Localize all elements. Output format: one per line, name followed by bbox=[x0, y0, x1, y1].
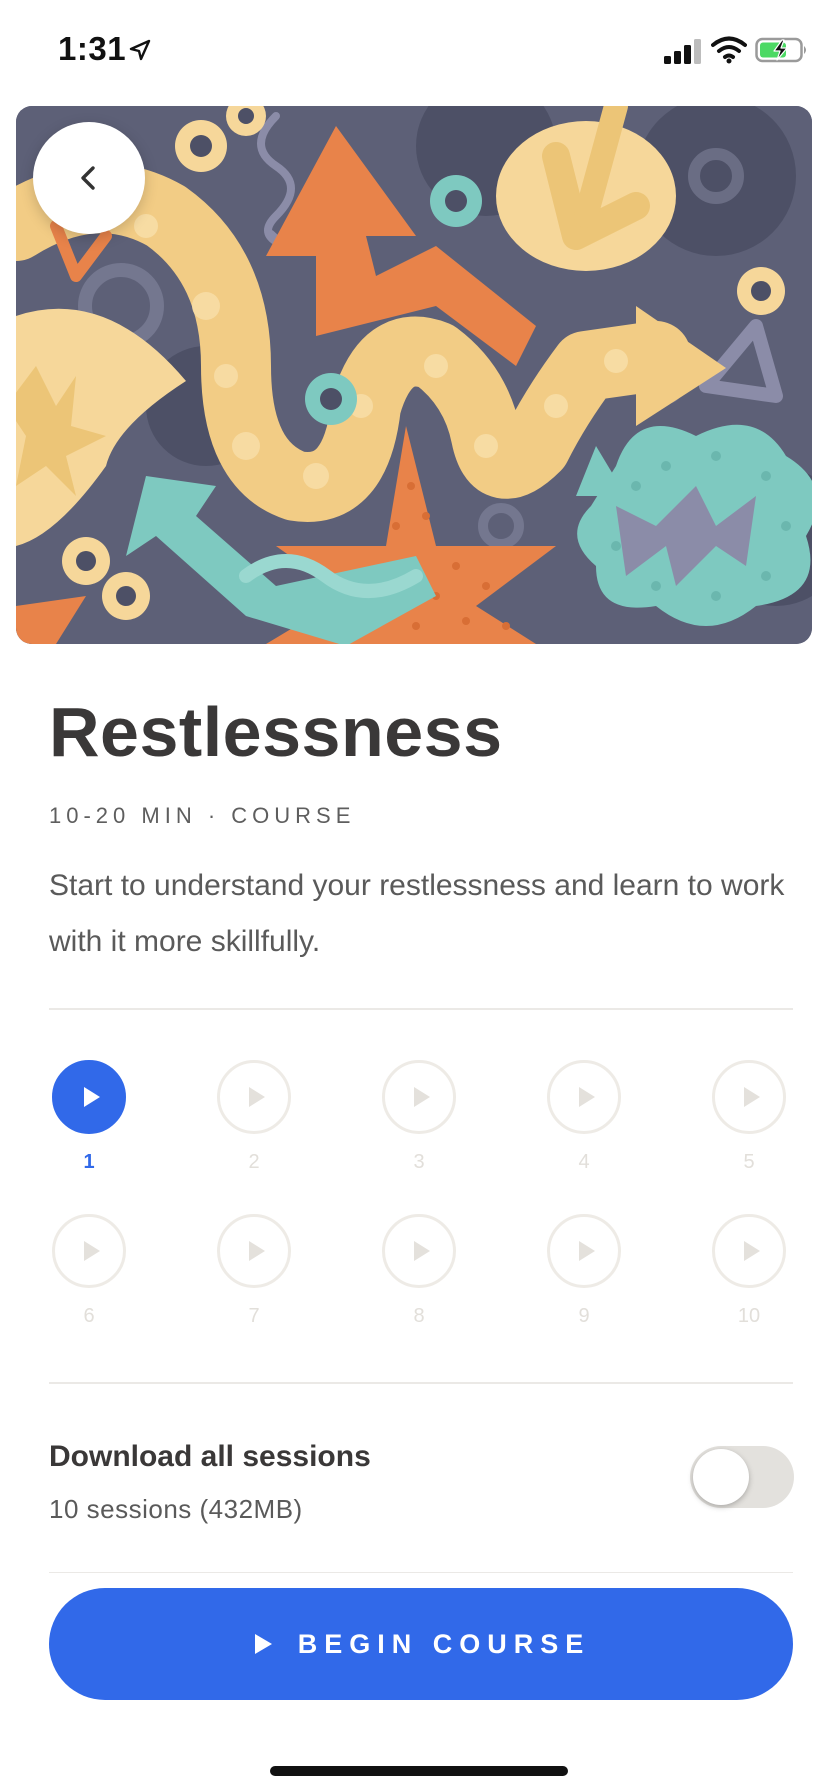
play-icon bbox=[578, 1241, 595, 1261]
play-icon bbox=[83, 1241, 100, 1261]
session-7-button[interactable]: 7 bbox=[209, 1214, 299, 1334]
session-number: 7 bbox=[248, 1305, 260, 1327]
session-10-button[interactable]: 10 bbox=[704, 1214, 794, 1334]
play-icon bbox=[248, 1241, 265, 1261]
session-circle bbox=[382, 1214, 456, 1288]
session-circle bbox=[712, 1214, 786, 1288]
session-circle bbox=[547, 1214, 621, 1288]
session-5-button[interactable]: 5 bbox=[704, 1060, 794, 1180]
session-6-button[interactable]: 6 bbox=[44, 1214, 134, 1334]
chevron-left-icon bbox=[81, 166, 95, 190]
session-circle bbox=[52, 1060, 126, 1134]
session-3-button[interactable]: 3 bbox=[374, 1060, 464, 1180]
download-all-title: Download all sessions bbox=[49, 1440, 371, 1473]
play-icon bbox=[413, 1241, 430, 1261]
play-icon bbox=[248, 1087, 265, 1107]
play-icon bbox=[743, 1087, 760, 1107]
session-number: 2 bbox=[248, 1151, 260, 1173]
session-number: 3 bbox=[413, 1151, 425, 1173]
home-indicator[interactable] bbox=[270, 1766, 568, 1776]
course-title: Restlessness bbox=[49, 693, 503, 771]
session-circle bbox=[217, 1060, 291, 1134]
session-2-button[interactable]: 2 bbox=[209, 1060, 299, 1180]
session-1-button[interactable]: 1 bbox=[44, 1060, 134, 1180]
cellular-signal-icon bbox=[664, 39, 701, 64]
course-meta: 10-20 MIN · COURSE bbox=[49, 803, 356, 828]
divider bbox=[49, 1572, 793, 1573]
session-circle bbox=[547, 1060, 621, 1134]
session-number: 6 bbox=[83, 1305, 95, 1327]
play-icon bbox=[83, 1087, 100, 1107]
session-circle bbox=[52, 1214, 126, 1288]
wifi-icon bbox=[711, 36, 747, 64]
session-number: 10 bbox=[737, 1305, 761, 1327]
download-toggle[interactable] bbox=[690, 1446, 794, 1508]
session-number: 8 bbox=[413, 1305, 425, 1327]
status-time: 1:31 bbox=[58, 30, 127, 67]
session-circle bbox=[217, 1214, 291, 1288]
begin-course-button[interactable]: BEGIN COURSE bbox=[49, 1588, 793, 1700]
play-icon bbox=[578, 1087, 595, 1107]
session-number: 5 bbox=[743, 1151, 755, 1173]
back-button[interactable] bbox=[33, 122, 145, 234]
battery-charging-icon bbox=[755, 37, 806, 63]
divider bbox=[49, 1008, 793, 1010]
toggle-knob bbox=[693, 1449, 749, 1505]
play-icon bbox=[743, 1241, 760, 1261]
play-icon bbox=[413, 1087, 430, 1107]
status-bar: 1:31 bbox=[0, 0, 828, 100]
session-circle bbox=[712, 1060, 786, 1134]
session-number: 4 bbox=[578, 1151, 590, 1173]
location-arrow-icon bbox=[129, 39, 151, 61]
play-icon bbox=[254, 1634, 272, 1654]
session-number: 9 bbox=[578, 1305, 590, 1327]
divider bbox=[49, 1382, 793, 1384]
begin-course-label: BEGIN COURSE bbox=[297, 1628, 591, 1659]
session-9-button[interactable]: 9 bbox=[539, 1214, 629, 1334]
session-number: 1 bbox=[83, 1151, 95, 1173]
session-4-button[interactable]: 4 bbox=[539, 1060, 629, 1180]
session-8-button[interactable]: 8 bbox=[374, 1214, 464, 1334]
course-description: Start to understand your restlessness an… bbox=[49, 869, 785, 958]
session-circle bbox=[382, 1060, 456, 1134]
download-all-size: 10 sessions (432MB) bbox=[49, 1494, 303, 1524]
